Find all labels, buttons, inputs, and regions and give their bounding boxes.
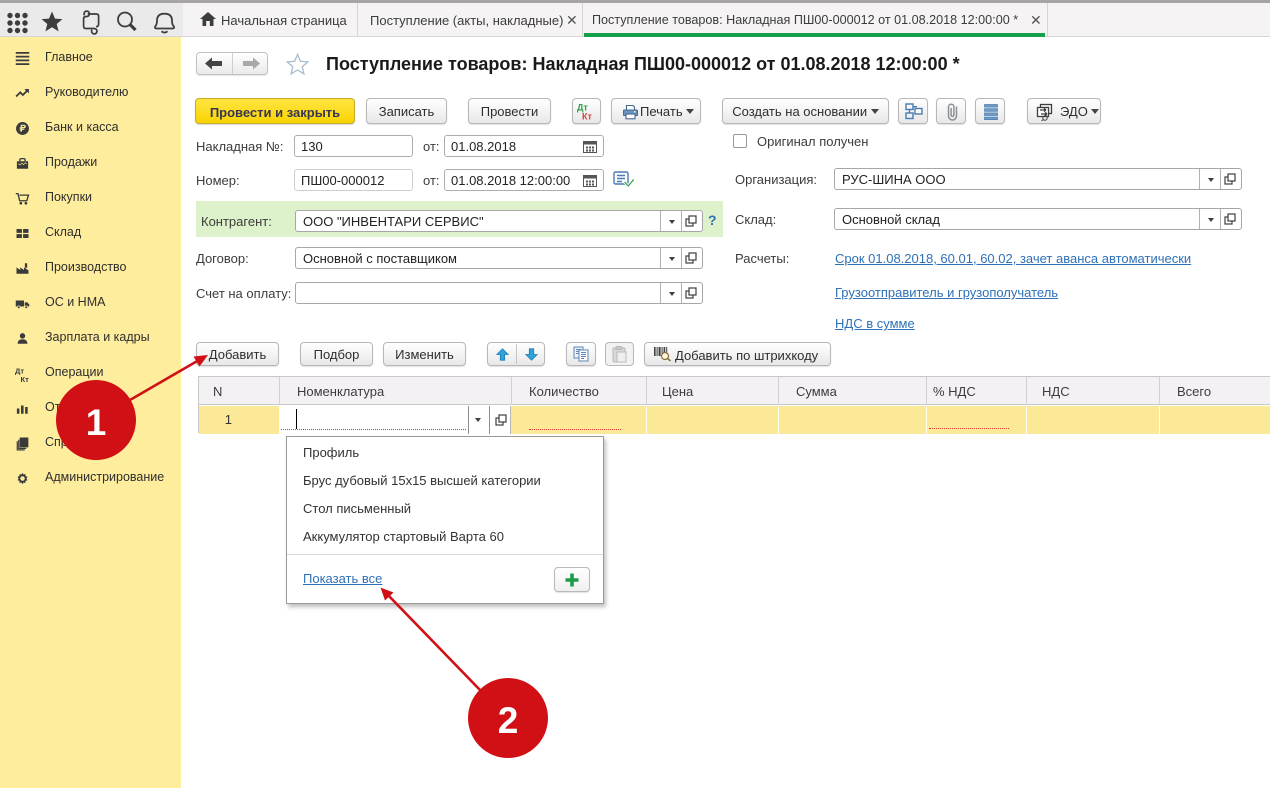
svg-text:Кт: Кт [21,375,30,383]
svg-text:Кт: Кт [582,112,592,122]
